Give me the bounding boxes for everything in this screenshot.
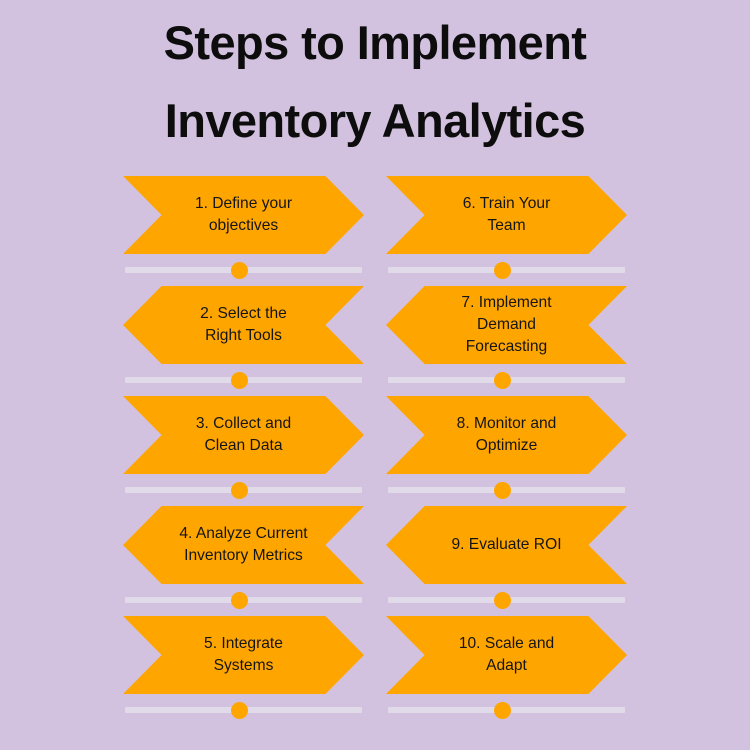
step-connector (123, 254, 364, 286)
step-label: 10. Scale and Adapt (386, 633, 627, 677)
step-label-line: Inventory Metrics (184, 547, 303, 564)
step-label-line: 10. Scale and (458, 634, 555, 652)
step-connector (123, 694, 364, 726)
step-label: 2. Select the Right Tools (123, 303, 364, 347)
step-item[interactable]: 9. Evaluate ROI (386, 506, 627, 584)
step-label-line: 6. Train Your (462, 194, 551, 212)
page-title-line-2: Inventory Analytics (164, 93, 586, 147)
step-item[interactable]: 4. Analyze Current Inventory Metrics (123, 506, 364, 584)
step-label-line: 5. Integrate (204, 634, 283, 652)
connector-dot-icon (231, 481, 248, 499)
step-label-line: 7. Implement (461, 293, 552, 311)
infographic-canvas: Steps to Implement Inventory Analytics 1… (0, 0, 750, 750)
step-connector (386, 364, 627, 396)
connector-dot-icon (494, 481, 511, 499)
connector-dot-icon (494, 261, 511, 279)
step-connector (123, 584, 364, 616)
connector-dot-icon (231, 701, 248, 719)
connector-dot-icon (494, 701, 511, 719)
page-title: Steps to Implement Inventory Analytics (0, 4, 750, 159)
step-label-line: objectives (208, 217, 279, 234)
step-connector (386, 584, 627, 616)
step-label: 8. Monitor and Optimize (386, 413, 627, 457)
step-column-left: 1. Define your objectives 2. Select the Rig… (123, 176, 364, 726)
step-item[interactable]: 8. Monitor and Optimize (386, 396, 627, 474)
step-columns: 1. Define your objectives 2. Select the Rig… (0, 176, 750, 726)
connector-dot-icon (494, 371, 511, 389)
step-label-line: 8. Monitor and (456, 414, 557, 432)
step-column-right: 6. Train Your Team 7. Implement Demand Forec… (386, 176, 627, 726)
step-item[interactable]: 3. Collect and Clean Data (123, 396, 364, 474)
connector-dot-icon (494, 591, 511, 609)
step-label-line: 4. Analyze Current (179, 524, 308, 542)
step-item[interactable]: 6. Train Your Team (386, 176, 627, 254)
step-label: 5. Integrate Systems (123, 633, 364, 677)
step-label-line: 9. Evaluate ROI (451, 535, 562, 553)
step-label-line: 3. Collect and (195, 414, 292, 432)
step-connector (386, 694, 627, 726)
step-label-line: Optimize (475, 437, 538, 454)
step-label-line: Clean Data (204, 437, 283, 454)
step-label-line: Systems (213, 657, 274, 674)
step-item[interactable]: 5. Integrate Systems (123, 616, 364, 694)
step-item[interactable]: 2. Select the Right Tools (123, 286, 364, 364)
step-label-line: 1. Define your (194, 194, 293, 212)
step-label: 6. Train Your Team (386, 193, 627, 237)
step-label: 9. Evaluate ROI (386, 534, 627, 556)
step-label: 1. Define your objectives (123, 193, 364, 237)
step-label-line: Forecasting (465, 338, 548, 356)
connector-dot-icon (231, 261, 248, 279)
step-label-line: Team (487, 217, 526, 234)
step-label-line: 2. Select the (200, 304, 287, 322)
step-connector (123, 474, 364, 506)
step-label-line: Demand (477, 315, 536, 333)
step-item[interactable]: 7. Implement Demand Forecasting (386, 286, 627, 364)
page-title-line-1: Steps to Implement (163, 16, 587, 69)
step-connector (386, 474, 627, 506)
connector-dot-icon (231, 371, 248, 389)
step-label-line: Right Tools (205, 327, 282, 344)
connector-dot-icon (231, 591, 248, 609)
step-label: 4. Analyze Current Inventory Metrics (123, 523, 364, 567)
step-item[interactable]: 10. Scale and Adapt (386, 616, 627, 694)
step-label: 3. Collect and Clean Data (123, 413, 364, 457)
step-label-line: Adapt (486, 657, 527, 674)
step-connector (123, 364, 364, 396)
step-label: 7. Implement Demand Forecasting (386, 292, 627, 358)
step-connector (386, 254, 627, 286)
step-item[interactable]: 1. Define your objectives (123, 176, 364, 254)
